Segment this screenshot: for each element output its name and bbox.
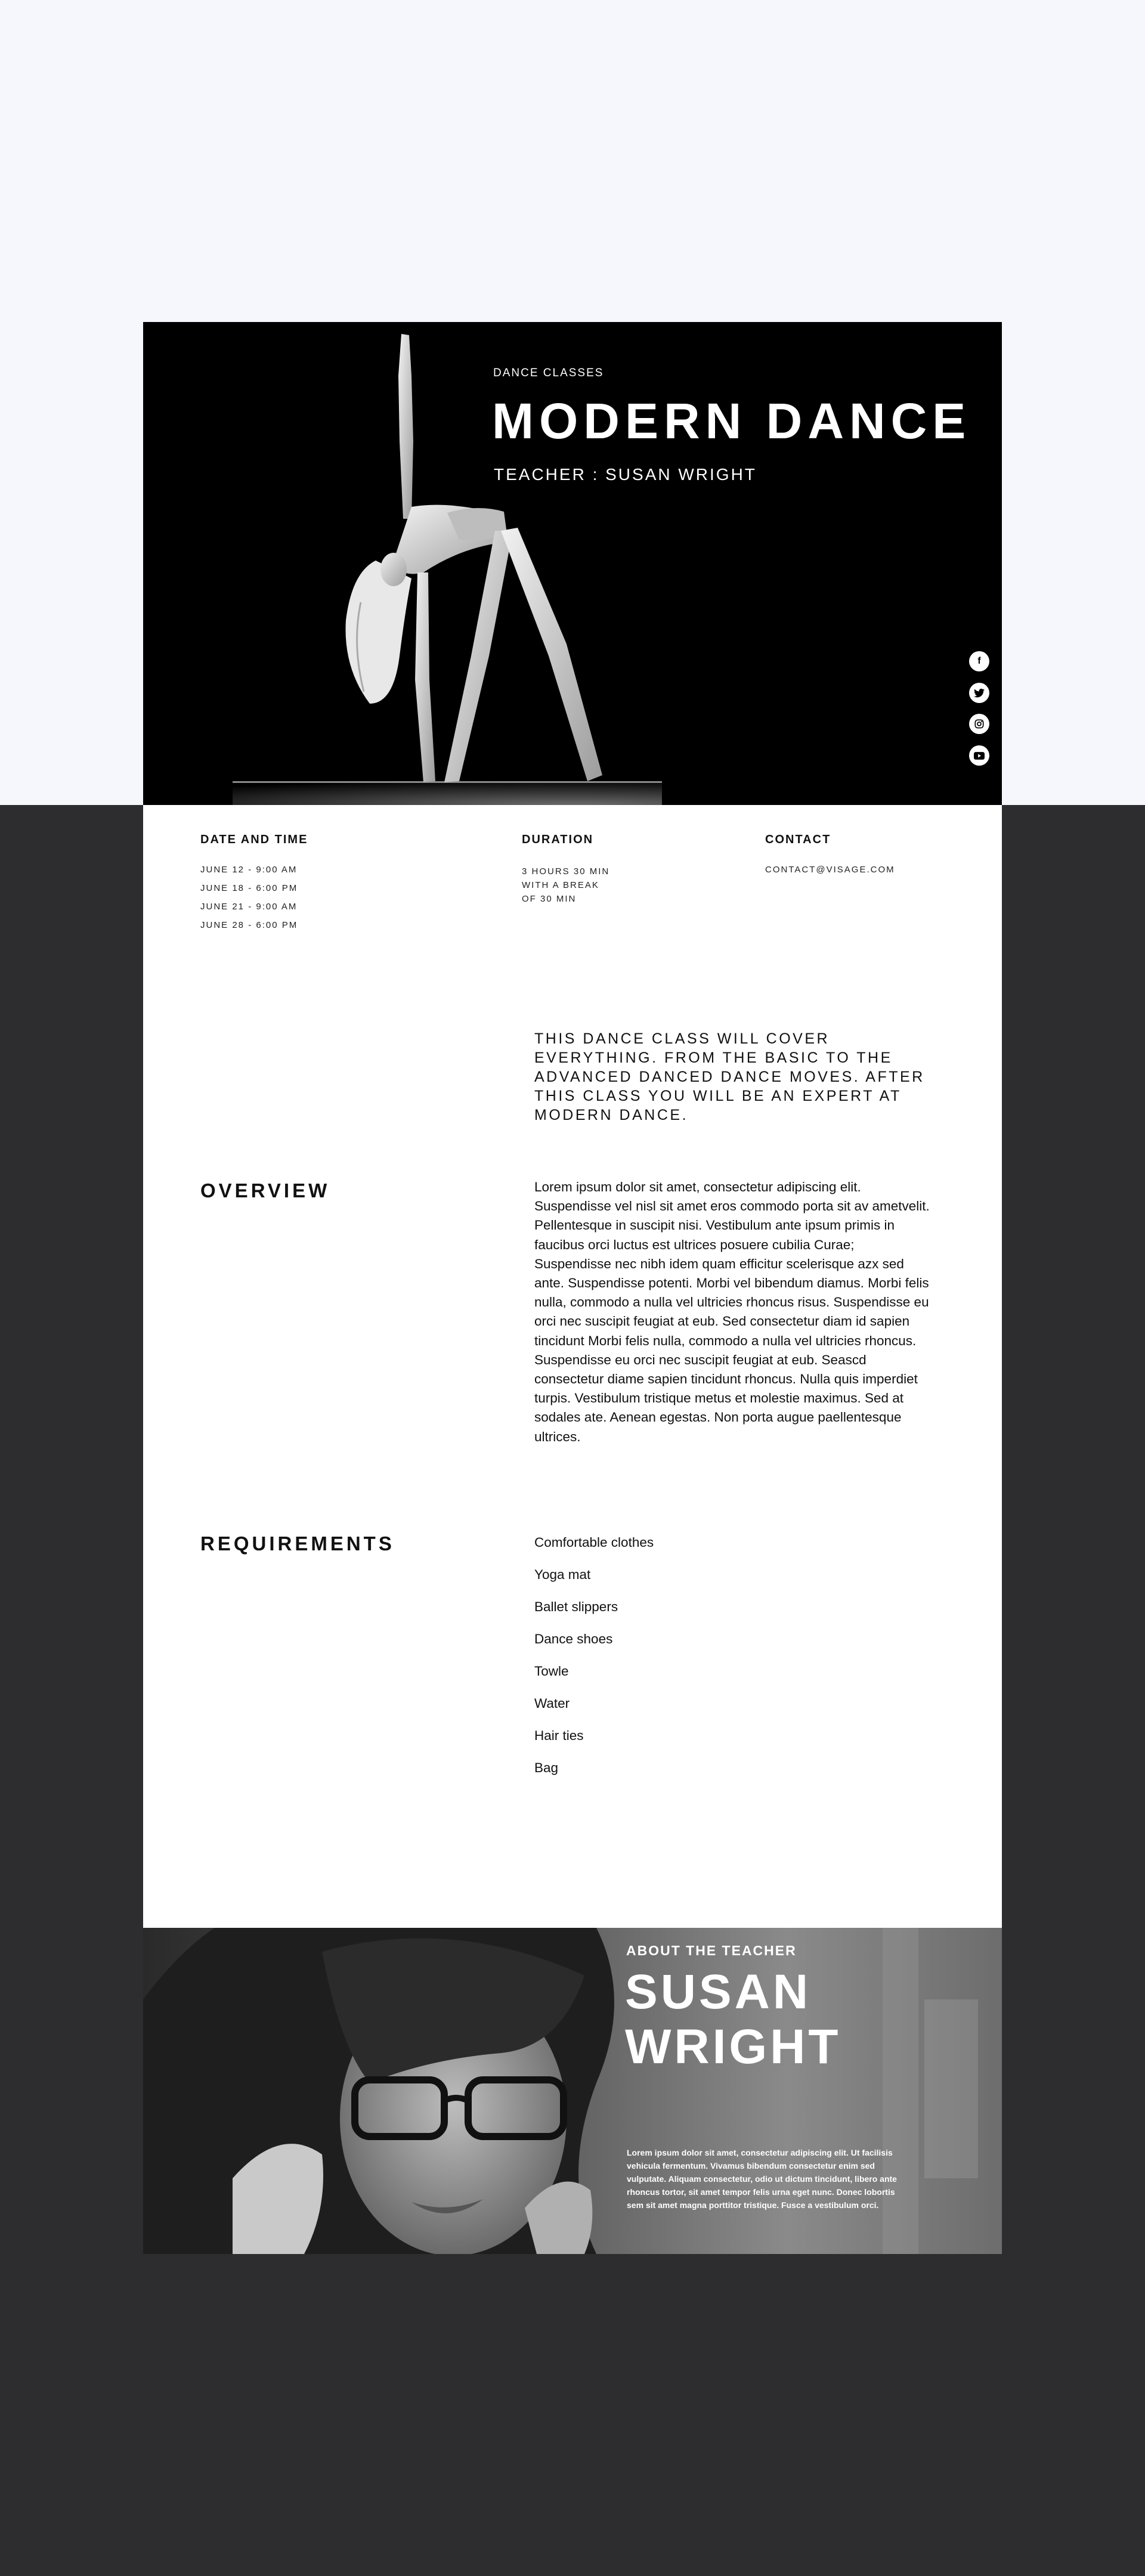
requirements-list: Comfortable clothes Yoga mat Ballet slip… (534, 1534, 654, 1791)
teacher-name: SUSAN WRIGHT (625, 1965, 841, 2075)
content-section: DATE AND TIME JUNE 12 - 9:00 AM JUNE 18 … (143, 805, 1002, 1928)
youtube-icon[interactable] (969, 745, 989, 766)
requirement-item: Water (534, 1696, 570, 1711)
about-eyebrow: ABOUT THE TEACHER (626, 1943, 797, 1958)
date-heading: DATE AND TIME (200, 833, 308, 846)
requirement-item: Comfortable clothes (534, 1535, 654, 1550)
duration-text: 3 HOURS 30 MIN WITH A BREAK OF 30 MIN (522, 865, 629, 906)
date-item: JUNE 18 - 6:00 PM (200, 883, 298, 893)
teacher-name-line: WRIGHT (625, 2020, 841, 2074)
date-list: JUNE 12 - 9:00 AM JUNE 18 - 6:00 PM JUNE… (200, 865, 298, 939)
teacher-name-line: SUSAN (625, 1965, 812, 2019)
date-item: JUNE 28 - 6:00 PM (200, 920, 298, 930)
duration-line: 3 HOURS 30 MIN (522, 866, 610, 877)
requirements-heading: REQUIREMENTS (200, 1532, 395, 1555)
hero-eyebrow: DANCE CLASSES (493, 367, 604, 379)
about-teacher-section: ABOUT THE TEACHER SUSAN WRIGHT Lorem ips… (143, 1928, 1002, 2254)
overview-text: Lorem ipsum dolor sit amet, consectetur … (534, 1179, 930, 1444)
requirement-item: Hair ties (534, 1728, 584, 1743)
hero-section: DANCE CLASSES MODERN DANCE TEACHER : SUS… (143, 322, 1002, 805)
requirement-item: Yoga mat (534, 1567, 591, 1582)
contact-email-link[interactable]: CONTACT@VISAGE.COM (765, 865, 895, 875)
requirement-item: Dance shoes (534, 1631, 613, 1646)
hero-teacher: TEACHER : SUSAN WRIGHT (494, 465, 757, 484)
duration-line: WITH A BREAK (522, 880, 599, 890)
instagram-icon[interactable] (969, 714, 989, 734)
duration-heading: DURATION (522, 833, 594, 846)
requirement-item: Bag (534, 1760, 559, 1775)
intro-text: THIS DANCE CLASS WILL COVER EVERYTHING. … (534, 1030, 925, 1123)
requirement-item: Ballet slippers (534, 1599, 618, 1614)
facebook-icon[interactable]: f (969, 651, 989, 671)
twitter-icon[interactable] (969, 683, 989, 703)
teacher-bio: Lorem ipsum dolor sit amet, consectetur … (627, 2148, 897, 2210)
date-item: JUNE 12 - 9:00 AM (200, 865, 298, 875)
overview-heading: OVERVIEW (200, 1179, 330, 1202)
duration-line: OF 30 MIN (522, 894, 577, 904)
hero-title: MODERN DANCE (492, 393, 971, 449)
requirement-item: Towle (534, 1664, 569, 1679)
date-item: JUNE 21 - 9:00 AM (200, 902, 298, 912)
contact-heading: CONTACT (765, 833, 831, 846)
